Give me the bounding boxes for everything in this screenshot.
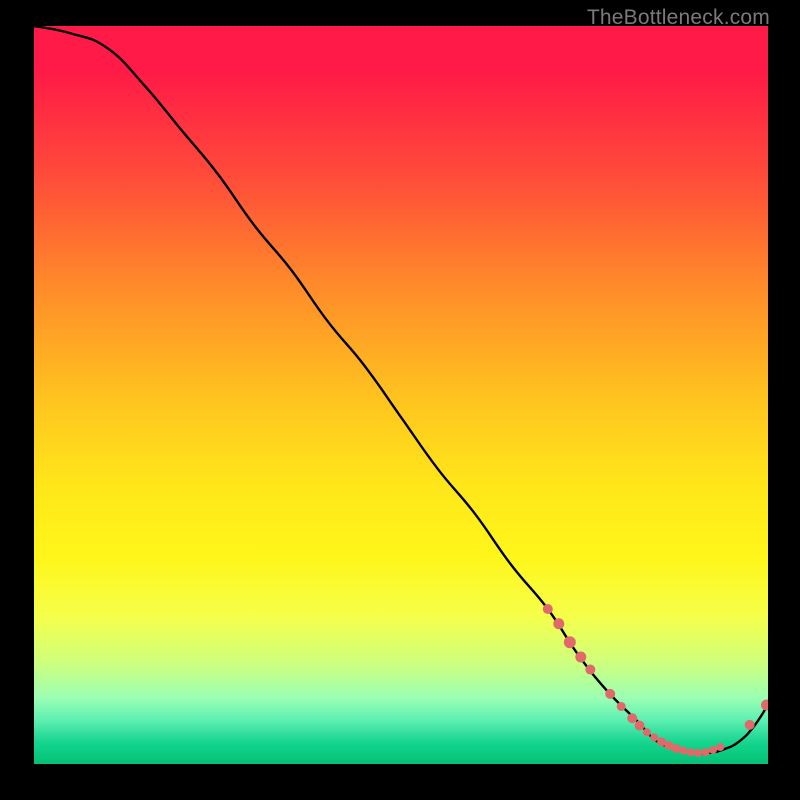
- data-marker: [585, 665, 595, 675]
- data-marker: [643, 728, 651, 736]
- data-marker: [709, 746, 717, 754]
- data-marker: [650, 733, 658, 741]
- chart-stage: TheBottleneck.com: [0, 0, 800, 800]
- data-marker: [575, 651, 586, 662]
- data-marker: [694, 749, 702, 757]
- plot-area: [34, 26, 768, 764]
- data-marker: [761, 699, 768, 710]
- data-marker: [635, 721, 645, 731]
- data-markers: [543, 604, 768, 757]
- data-marker: [680, 747, 688, 755]
- data-marker: [672, 744, 681, 753]
- watermark-text: TheBottleneck.com: [587, 6, 770, 30]
- data-marker: [687, 748, 695, 756]
- curve-layer: [34, 26, 768, 764]
- data-marker: [702, 748, 710, 756]
- data-marker: [553, 618, 564, 629]
- data-marker: [617, 702, 626, 711]
- data-marker: [605, 689, 615, 699]
- bottleneck-curve: [34, 26, 768, 754]
- data-marker: [745, 720, 755, 730]
- data-marker: [564, 636, 576, 648]
- data-marker: [543, 604, 553, 614]
- data-marker: [716, 743, 724, 751]
- data-marker: [627, 713, 637, 723]
